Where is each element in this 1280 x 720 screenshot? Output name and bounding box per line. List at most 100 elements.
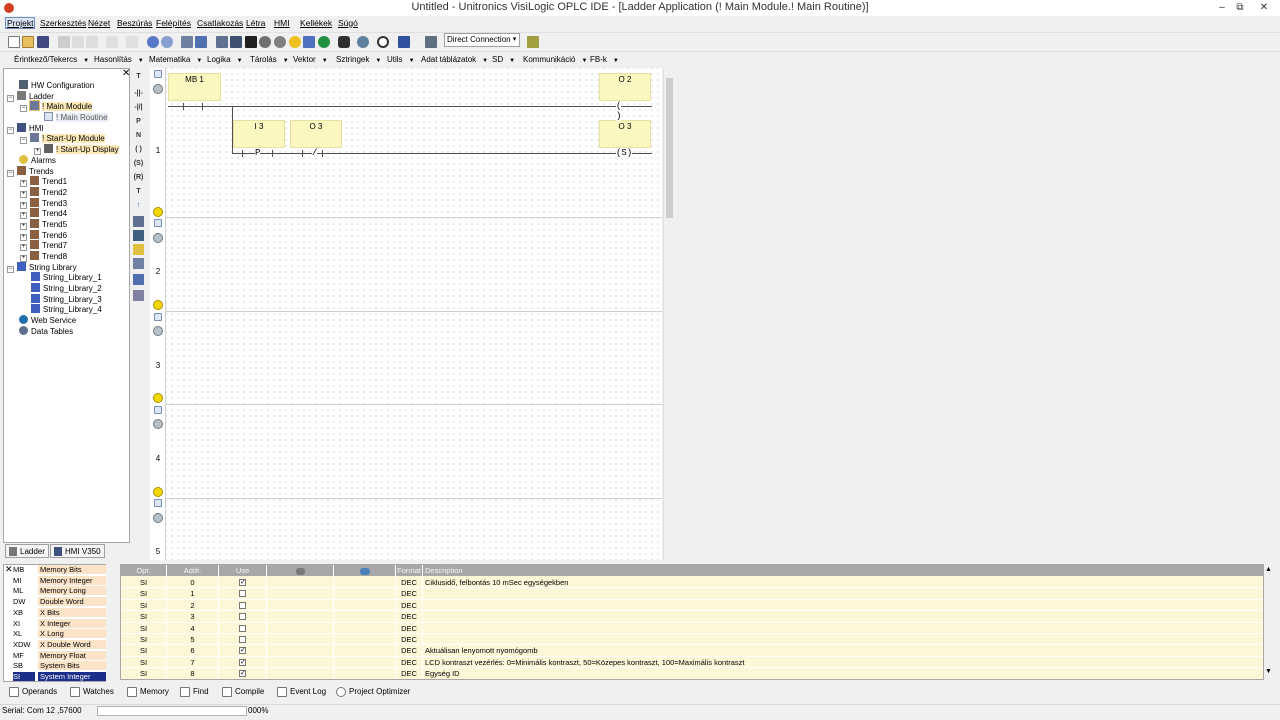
- tab-find[interactable]: Find: [179, 686, 209, 699]
- undo-icon[interactable]: [126, 36, 138, 48]
- fn-logic[interactable]: Logika ▼: [207, 55, 243, 64]
- cut-icon[interactable]: [58, 36, 70, 48]
- tree-startup-module[interactable]: −! Start-Up Module: [20, 133, 105, 144]
- use-checkbox[interactable]: ✓: [239, 670, 246, 678]
- menu-csatlakozas[interactable]: Csatlakozás: [197, 18, 243, 28]
- copy-icon[interactable]: [72, 36, 84, 48]
- ladder-canvas[interactable]: [150, 68, 662, 560]
- table-cell-use[interactable]: ✓: [219, 668, 267, 679]
- tab-ladder[interactable]: Ladder: [5, 544, 49, 558]
- table-cell-use[interactable]: ✓: [219, 656, 267, 668]
- menu-beszuras[interactable]: Beszúrás: [117, 18, 152, 28]
- chevron-down-icon[interactable]: ▾: [510, 34, 519, 46]
- positive-transition-symbol[interactable]: P: [255, 148, 261, 158]
- use-checkbox[interactable]: [239, 636, 246, 643]
- operand-mb1[interactable]: MB 1: [168, 73, 221, 101]
- negated-contact-symbol[interactable]: /: [312, 148, 318, 158]
- tree-hw-config[interactable]: HW Configuration: [19, 80, 94, 90]
- table-cell-use[interactable]: [219, 599, 267, 611]
- tree-startup-display[interactable]: +! Start-Up Display: [34, 144, 119, 155]
- gear-icon[interactable]: [259, 36, 271, 48]
- operand-type-row[interactable]: SI System Integer: [11, 672, 108, 683]
- menu-projekt[interactable]: Projekt: [5, 17, 36, 29]
- set-coil-icon[interactable]: (S): [133, 158, 144, 169]
- tree-trend-item[interactable]: + Trend8: [20, 251, 67, 262]
- fn-communication[interactable]: Kommunikáció ▼: [523, 55, 587, 64]
- block-icon[interactable]: [133, 258, 144, 269]
- settings-icon[interactable]: [274, 36, 286, 48]
- connection-select[interactable]: Direct Connection: [444, 33, 520, 47]
- tree-main-routine[interactable]: ! Main Routine: [44, 112, 108, 122]
- table-cell-use[interactable]: [219, 622, 267, 634]
- fn-utils[interactable]: Utils ▼: [387, 55, 415, 64]
- tab-watches[interactable]: Watches: [69, 686, 114, 699]
- rung-settings-icon[interactable]: [153, 233, 163, 243]
- table-row[interactable]: SI 5 DEC: [121, 634, 1263, 646]
- ladder-view-icon[interactable]: [216, 36, 228, 48]
- paste-icon[interactable]: [86, 36, 98, 48]
- fn-function-blocks[interactable]: FB-k ▼: [590, 55, 619, 64]
- collapse-icon[interactable]: [154, 70, 162, 78]
- use-checkbox[interactable]: [239, 613, 246, 621]
- tree-web-service[interactable]: Web Service: [19, 315, 76, 325]
- fn-sd[interactable]: SD ▼: [492, 55, 515, 64]
- coil-symbol[interactable]: ( ): [616, 101, 622, 121]
- table-icon[interactable]: [230, 36, 242, 48]
- tree-string-item[interactable]: String_Library_4: [31, 304, 102, 314]
- bulb-icon[interactable]: [289, 36, 301, 48]
- operand-type-row[interactable]: XL X Long: [11, 629, 108, 640]
- net-icon[interactable]: [133, 274, 144, 285]
- tab-compile[interactable]: Compile: [221, 686, 264, 699]
- menu-letra[interactable]: Létra: [246, 18, 265, 28]
- tree-string-item[interactable]: String_Library_3: [31, 294, 102, 304]
- rung-comment-icon[interactable]: [153, 300, 163, 310]
- fn-contact-coil[interactable]: Érintkező/Tekercs ▼: [14, 55, 89, 64]
- tree-trend-item[interactable]: + Trend7: [20, 240, 67, 251]
- rung-comment-icon[interactable]: [153, 207, 163, 217]
- table-row[interactable]: SI 1 DEC: [121, 588, 1263, 600]
- set-coil-symbol[interactable]: (S): [616, 148, 633, 158]
- operand-type-row[interactable]: ML Memory Long: [11, 586, 108, 597]
- ladder-scrollbar[interactable]: [663, 68, 674, 560]
- table-row[interactable]: SI 6 ✓ DEC Aktuálisan lenyomott nyomógomb: [121, 645, 1263, 657]
- table-cell-use[interactable]: [219, 611, 267, 623]
- table-row[interactable]: SI 8 ✓ DEC Egység ID: [121, 668, 1263, 679]
- tab-project-optimizer[interactable]: Project Optimizer: [335, 686, 410, 699]
- table-row[interactable]: SI 0 ✓ DEC Ciklusidő, felbontás 10 mSec egys…: [121, 577, 1263, 589]
- tab-event-log[interactable]: Event Log: [276, 686, 326, 699]
- table-row[interactable]: SI 2 DEC: [121, 599, 1263, 612]
- delete-icon[interactable]: [106, 36, 118, 48]
- rung-comment-icon[interactable]: [153, 487, 163, 497]
- label-icon[interactable]: [133, 230, 144, 241]
- tree-string-item[interactable]: String_Library_2: [31, 283, 102, 293]
- operand-type-row[interactable]: XB X Bits: [11, 607, 108, 619]
- tree-alarms[interactable]: Alarms: [19, 155, 56, 165]
- table-cell-use[interactable]: [219, 588, 267, 600]
- collapse-icon[interactable]: [154, 406, 162, 414]
- close-icon[interactable]: ✕: [122, 68, 130, 79]
- col-header-link[interactable]: [334, 565, 396, 576]
- tab-operands[interactable]: Operands: [8, 686, 57, 699]
- rung-settings-icon[interactable]: [153, 326, 163, 336]
- tree-string-item[interactable]: String_Library_1: [31, 272, 102, 282]
- operand-o3-contact[interactable]: O 3: [290, 120, 342, 148]
- contact-no-icon[interactable]: -||-: [133, 88, 144, 99]
- tree-trend-item[interactable]: + Trend5: [20, 219, 67, 230]
- comment-icon[interactable]: [133, 244, 144, 255]
- scroll-thumb[interactable]: [666, 78, 673, 218]
- tree-trend-item[interactable]: + Trend2: [20, 187, 67, 198]
- operand-table-scrollbar[interactable]: ▲ ▼: [1264, 564, 1275, 680]
- tree-trend-item[interactable]: + Trend1: [20, 176, 67, 187]
- menu-kellekek[interactable]: Kellékek: [300, 18, 332, 28]
- contact-neg-icon[interactable]: N: [133, 130, 144, 141]
- use-checkbox[interactable]: [239, 590, 246, 598]
- fn-strings[interactable]: Sztringek ▼: [336, 55, 381, 64]
- use-checkbox[interactable]: [239, 624, 246, 632]
- table-cell-use[interactable]: ✓: [219, 645, 267, 657]
- save-icon[interactable]: [37, 36, 49, 48]
- use-checkbox[interactable]: ✓: [239, 658, 246, 666]
- fn-data-tables[interactable]: Adat táblázatok ▼: [421, 55, 488, 64]
- collapse-icon[interactable]: [154, 219, 162, 227]
- operand-o2[interactable]: O 2: [599, 73, 651, 101]
- rung-settings-icon[interactable]: [153, 84, 163, 94]
